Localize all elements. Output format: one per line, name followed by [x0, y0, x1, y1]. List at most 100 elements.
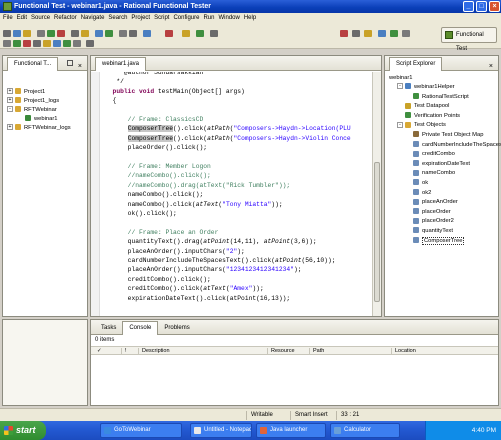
column-header[interactable]: Path — [309, 348, 324, 354]
scroll-thumb[interactable] — [374, 162, 380, 302]
column-header[interactable]: ✓ — [97, 348, 102, 354]
expand-toggle-icon[interactable]: + — [7, 124, 13, 131]
tab-functional-test[interactable]: Functional T... — [7, 57, 59, 71]
maximize-view-icon[interactable] — [67, 60, 73, 66]
column-header[interactable]: Location — [391, 348, 416, 354]
tab-console[interactable]: Console — [122, 321, 159, 335]
maximize-button[interactable]: □ — [476, 1, 487, 12]
menu-source[interactable]: Source — [31, 15, 50, 21]
menu-file[interactable]: File — [3, 15, 13, 21]
toolbar-icon[interactable] — [37, 30, 45, 37]
toolbar-icon[interactable] — [13, 30, 21, 37]
editor-scrollbar[interactable] — [372, 72, 381, 316]
menu-refactor[interactable]: Refactor — [54, 15, 77, 21]
toolbar-icon[interactable] — [196, 30, 204, 37]
toolbar-icon[interactable] — [3, 40, 11, 47]
menu-project[interactable]: Project — [131, 15, 150, 21]
toolbar-icon[interactable] — [53, 40, 61, 47]
script-explorer-item[interactable]: Private Test Object Map — [405, 131, 483, 139]
close-view-icon[interactable]: × — [489, 59, 493, 74]
start-button[interactable]: start — [0, 421, 46, 440]
script-explorer-item[interactable]: expirationDateText — [405, 160, 470, 168]
expand-toggle-icon[interactable]: + — [7, 88, 13, 95]
menu-script[interactable]: Script — [154, 15, 169, 21]
toolbar-icon[interactable] — [378, 30, 386, 37]
toolbar-icon[interactable] — [13, 40, 21, 47]
perspective-switcher[interactable]: Functional Test — [441, 27, 497, 52]
script-root[interactable]: webinar1 — [389, 74, 413, 82]
toolbar-icon[interactable] — [402, 30, 410, 37]
menu-edit[interactable]: Edit — [17, 15, 27, 21]
toolbar-icon[interactable] — [119, 30, 127, 37]
script-explorer-item[interactable]: - webinar1Helper — [397, 83, 455, 91]
toolbar-icon[interactable] — [33, 40, 41, 47]
project-tree-item[interactable]: + Project1_logs — [7, 97, 59, 105]
script-explorer-item[interactable]: ok2 — [405, 189, 431, 197]
menu-navigate[interactable]: Navigate — [81, 15, 105, 21]
toolbar-icon[interactable] — [23, 30, 31, 37]
menu-help[interactable]: Help — [244, 15, 256, 21]
toolbar-icon[interactable] — [86, 40, 94, 47]
taskbar-button[interactable]: GoToWebinar — [100, 423, 182, 438]
taskbar-button[interactable]: Calculator — [330, 423, 400, 438]
taskbar-button[interactable]: Java launcher — [256, 423, 326, 438]
toolbar-icon[interactable] — [95, 30, 103, 37]
close-view-icon[interactable]: × — [78, 59, 82, 74]
script-explorer-item[interactable]: - Test Objects — [397, 121, 446, 129]
script-explorer-item[interactable]: creditCombo — [405, 150, 455, 158]
toolbar-icon[interactable] — [182, 30, 190, 37]
column-header[interactable]: Resource — [267, 348, 295, 354]
toolbar-icon[interactable] — [105, 30, 113, 37]
menu-search[interactable]: Search — [108, 15, 127, 21]
script-explorer-item[interactable]: Test Datapool — [397, 102, 449, 110]
project-tree-item[interactable]: - RFTWebinar — [7, 106, 57, 114]
menu-configure[interactable]: Configure — [173, 15, 199, 21]
script-explorer-item[interactable]: RationalTestScript — [405, 93, 469, 101]
minimize-button[interactable]: _ — [463, 1, 474, 12]
script-explorer-item[interactable]: quantityText — [405, 227, 453, 235]
toolbar-icon[interactable] — [3, 30, 11, 37]
column-header[interactable]: ! — [121, 348, 127, 354]
toolbar-icon[interactable] — [210, 30, 218, 37]
toolbar-icon[interactable] — [340, 30, 348, 37]
toolbar-icon[interactable] — [73, 40, 81, 47]
tab-webinar1-java[interactable]: webinar1.java — [95, 57, 147, 71]
toolbar-icon[interactable] — [23, 40, 31, 47]
expand-toggle-icon[interactable]: - — [397, 121, 403, 128]
toolbar-icon[interactable] — [81, 30, 89, 37]
toolbar-icon[interactable] — [165, 30, 173, 37]
toolbar-icon[interactable] — [390, 30, 398, 37]
toolbar-icon[interactable] — [364, 30, 372, 37]
script-explorer-item[interactable]: placeAnOrder — [405, 198, 458, 206]
project-tree-item[interactable]: + RFTWebinar_logs — [7, 124, 71, 132]
toolbar-icon[interactable] — [47, 30, 55, 37]
toolbar-icon[interactable] — [57, 30, 65, 37]
toolbar-icon[interactable] — [352, 30, 360, 37]
title-bar[interactable]: Functional Test - webinar1.java - Ration… — [0, 0, 501, 13]
script-explorer-item[interactable]: ok — [405, 179, 428, 187]
expand-toggle-icon[interactable]: - — [397, 83, 403, 90]
tab-problems[interactable]: Problems — [158, 322, 195, 336]
script-explorer-item[interactable]: placeOrder — [405, 208, 451, 216]
toolbar-icon[interactable] — [129, 30, 137, 37]
script-explorer-item[interactable]: cardNumberIncludeTheSpacesText — [405, 141, 501, 149]
expand-toggle-icon[interactable]: + — [7, 97, 13, 104]
script-explorer-item[interactable]: placeOrder2 — [405, 217, 454, 225]
script-explorer-item[interactable]: ComposerTree — [405, 236, 465, 245]
script-explorer-item[interactable]: nameCombo — [405, 169, 455, 177]
menu-window[interactable]: Window — [218, 15, 239, 21]
script-explorer-item[interactable]: Verification Points — [397, 112, 460, 120]
expand-toggle-icon[interactable]: - — [7, 106, 13, 113]
code-area[interactable]: @author Sundarsakkian */ public void tes… — [101, 72, 371, 312]
taskbar-button[interactable]: Untitled - Notepad — [190, 423, 252, 438]
project-tree-item[interactable]: webinar1 — [17, 115, 58, 123]
toolbar-icon[interactable] — [63, 40, 71, 47]
tab-script-explorer[interactable]: Script Explorer — [389, 57, 443, 71]
toolbar-icon[interactable] — [143, 30, 151, 37]
project-tree-item[interactable]: + Project1 — [7, 88, 45, 96]
toolbar-icon[interactable] — [71, 30, 79, 37]
column-header[interactable]: Description — [138, 348, 170, 354]
close-button[interactable]: × — [489, 1, 500, 12]
tab-tasks[interactable]: Tasks — [95, 322, 122, 336]
toolbar-icon[interactable] — [43, 40, 51, 47]
